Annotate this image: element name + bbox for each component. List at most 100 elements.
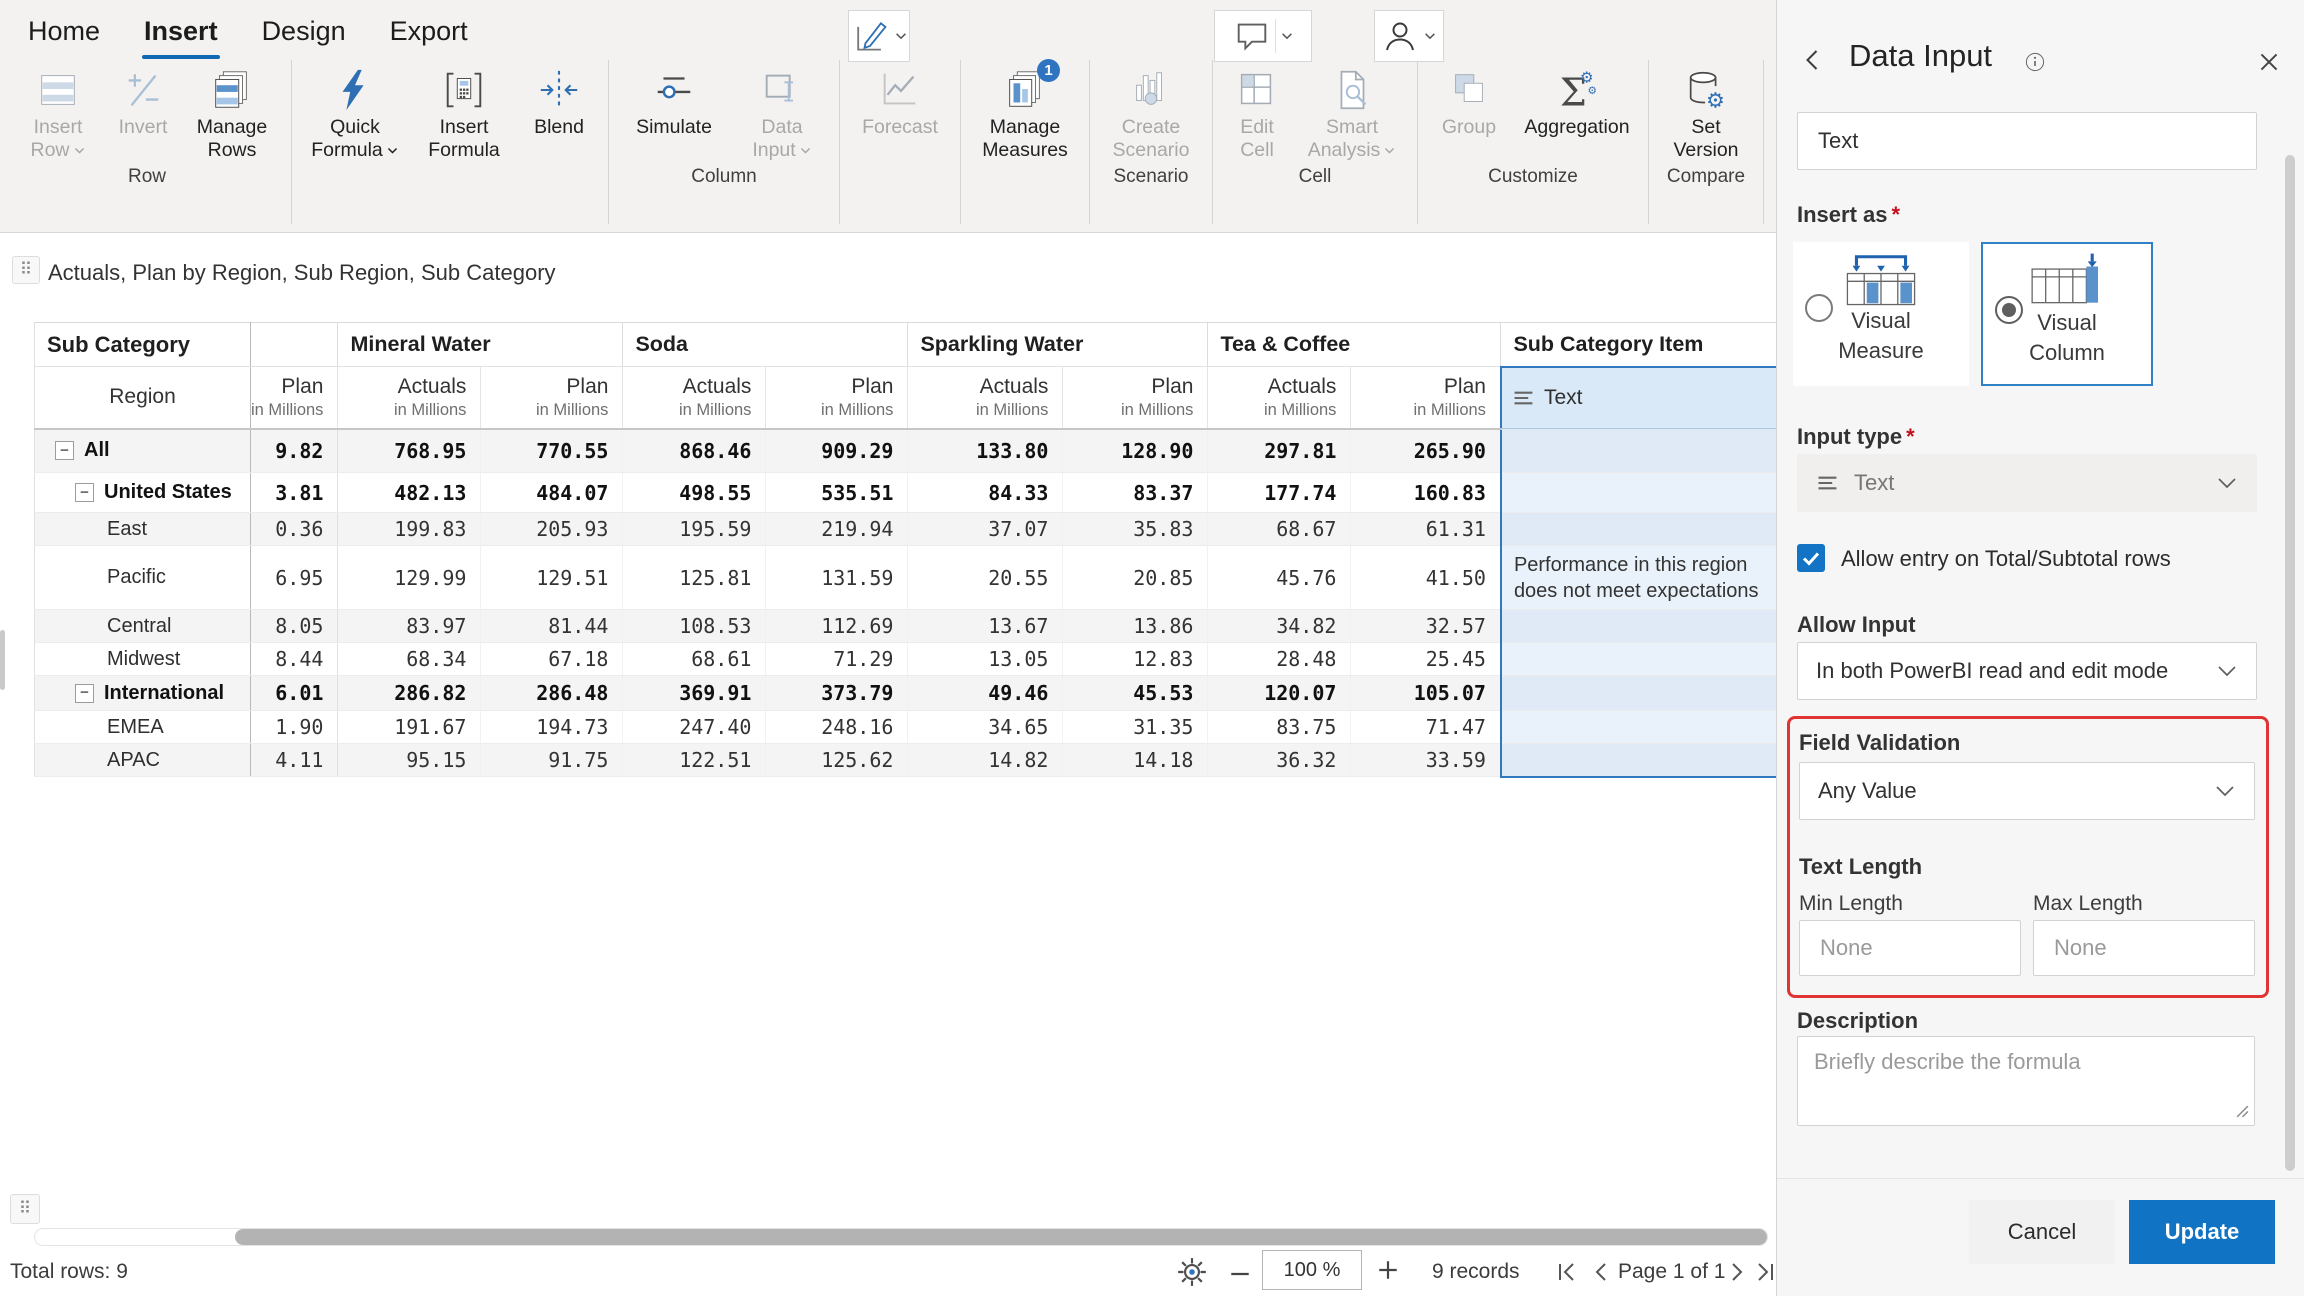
value-cell[interactable]: 45.76 <box>1208 546 1351 610</box>
tab-insert[interactable]: Insert <box>142 16 220 47</box>
value-cell[interactable]: 205.93 <box>481 513 623 546</box>
value-cell[interactable]: 49.46 <box>908 676 1063 711</box>
value-cell[interactable]: 45.53 <box>1063 676 1208 711</box>
corner-header[interactable]: Sub Category <box>35 323 251 367</box>
row-label[interactable]: Pacific <box>35 546 251 610</box>
back-icon[interactable] <box>1799 46 1827 74</box>
value-cell[interactable]: 83.75 <box>1208 711 1351 744</box>
set-version-button[interactable]: ⚙SetVersion <box>1656 60 1756 162</box>
text-column-input-header[interactable]: Text <box>1501 367 1789 429</box>
insert-as-option-measure[interactable]: VisualMeasure <box>1793 242 1969 386</box>
row-label[interactable]: APAC <box>35 744 251 777</box>
column-group-header[interactable]: Soda <box>623 323 908 367</box>
value-cell[interactable]: 535.51 <box>766 473 908 513</box>
value-cell[interactable]: 105.07 <box>1351 676 1501 711</box>
row-label[interactable]: −International <box>35 676 251 711</box>
smart-analysis-button[interactable]: SmartAnalysis <box>1294 60 1410 162</box>
plan-header[interactable]: Planin Millions <box>481 367 623 429</box>
value-cell[interactable]: 160.83 <box>1351 473 1501 513</box>
measure-name-input[interactable] <box>1797 112 2257 170</box>
column-group-header[interactable]: Tea & Coffee <box>1208 323 1501 367</box>
value-cell[interactable]: 28.48 <box>1208 643 1351 676</box>
zoom-level-value[interactable]: 100 % <box>1262 1250 1362 1290</box>
value-cell[interactable]: 91.75 <box>481 744 623 777</box>
value-cell[interactable]: 128.90 <box>1063 429 1208 473</box>
value-cell[interactable]: 194.73 <box>481 711 623 744</box>
row-label[interactable]: −United States <box>35 473 251 513</box>
allow-totals-checkbox[interactable] <box>1797 544 1825 572</box>
value-cell[interactable]: 84.33 <box>908 473 1063 513</box>
zoom-in-button[interactable] <box>1376 1258 1400 1282</box>
value-cell[interactable]: 32.57 <box>1351 610 1501 643</box>
value-cell[interactable]: 20.55 <box>908 546 1063 610</box>
value-cell[interactable]: 31.35 <box>1063 711 1208 744</box>
profile-button[interactable] <box>1374 10 1444 62</box>
cancel-button[interactable]: Cancel <box>1969 1200 2115 1264</box>
aggregation-button[interactable]: Σ⚙⚙Aggregation <box>1513 60 1641 162</box>
value-cell[interactable]: 909.29 <box>766 429 908 473</box>
value-cell[interactable]: 83.37 <box>1063 473 1208 513</box>
value-cell-clipped[interactable]: 4.11 <box>251 744 338 777</box>
value-cell[interactable]: 120.07 <box>1208 676 1351 711</box>
value-cell[interactable]: 61.31 <box>1351 513 1501 546</box>
value-cell[interactable]: 133.80 <box>908 429 1063 473</box>
value-cell[interactable]: 265.90 <box>1351 429 1501 473</box>
column-group-header[interactable]: Mineral Water <box>338 323 623 367</box>
settings-gear-icon[interactable] <box>1176 1256 1208 1288</box>
scrollbar-thumb[interactable] <box>235 1229 1767 1245</box>
value-cell[interactable]: 14.18 <box>1063 744 1208 777</box>
text-input-cell[interactable] <box>1501 473 1789 513</box>
panel-scrollbar[interactable] <box>2285 155 2295 1171</box>
row-dimension-header[interactable]: Region <box>35 367 251 429</box>
value-cell[interactable]: 297.81 <box>1208 429 1351 473</box>
value-cell[interactable]: 71.29 <box>766 643 908 676</box>
collapse-icon[interactable]: − <box>75 483 94 502</box>
edit-mode-button[interactable] <box>848 10 910 62</box>
row-label[interactable]: East <box>35 513 251 546</box>
vertical-scrollbar[interactable] <box>0 630 5 690</box>
drag-handle[interactable]: ⠿ <box>12 256 40 284</box>
forecast-button[interactable]: Forecast <box>847 60 953 162</box>
text-input-cell[interactable] <box>1501 711 1789 744</box>
field-validation-select[interactable]: Any Value <box>1799 762 2255 820</box>
value-cell[interactable]: 71.47 <box>1351 711 1501 744</box>
value-cell[interactable]: 83.97 <box>338 610 481 643</box>
value-cell[interactable]: 34.65 <box>908 711 1063 744</box>
value-cell[interactable]: 37.07 <box>908 513 1063 546</box>
description-textarea[interactable] <box>1797 1036 2255 1126</box>
value-cell[interactable]: 219.94 <box>766 513 908 546</box>
value-cell[interactable]: 868.46 <box>623 429 766 473</box>
value-cell-clipped[interactable]: 1.90 <box>251 711 338 744</box>
value-cell[interactable]: 34.82 <box>1208 610 1351 643</box>
group-button[interactable]: Group <box>1425 60 1513 162</box>
data-input-button[interactable]: DataInput <box>732 60 832 162</box>
value-cell[interactable]: 195.59 <box>623 513 766 546</box>
prev-page-button[interactable] <box>1588 1258 1616 1286</box>
input-type-select[interactable]: Text <box>1797 454 2257 512</box>
simulate-button[interactable]: Simulate <box>616 60 732 162</box>
min-length-input[interactable] <box>1799 920 2021 976</box>
value-cell[interactable]: 131.59 <box>766 546 908 610</box>
insert-as-option-column[interactable]: VisualColumn <box>1981 242 2153 386</box>
value-cell[interactable]: 286.82 <box>338 676 481 711</box>
value-cell[interactable]: 35.83 <box>1063 513 1208 546</box>
value-cell[interactable]: 36.32 <box>1208 744 1351 777</box>
value-cell[interactable]: 498.55 <box>623 473 766 513</box>
actuals-header[interactable]: Actualsin Millions <box>1208 367 1351 429</box>
zoom-out-button[interactable] <box>1228 1262 1252 1286</box>
value-cell[interactable]: 25.45 <box>1351 643 1501 676</box>
invert-button[interactable]: Invert <box>106 60 180 162</box>
value-cell[interactable]: 191.67 <box>338 711 481 744</box>
tab-export[interactable]: Export <box>388 16 470 47</box>
text-input-cell[interactable] <box>1501 513 1789 546</box>
insert-row-button[interactable]: InsertRow <box>10 60 106 162</box>
clipped-measure-header[interactable]: Planin Millions <box>251 367 338 429</box>
value-cell-clipped[interactable]: 6.01 <box>251 676 338 711</box>
value-cell[interactable]: 95.15 <box>338 744 481 777</box>
value-cell-clipped[interactable]: 3.81 <box>251 473 338 513</box>
value-cell[interactable]: 199.83 <box>338 513 481 546</box>
text-input-cell[interactable] <box>1501 643 1789 676</box>
row-label[interactable]: −All <box>35 429 251 473</box>
value-cell[interactable]: 108.53 <box>623 610 766 643</box>
actuals-header[interactable]: Actualsin Millions <box>908 367 1063 429</box>
